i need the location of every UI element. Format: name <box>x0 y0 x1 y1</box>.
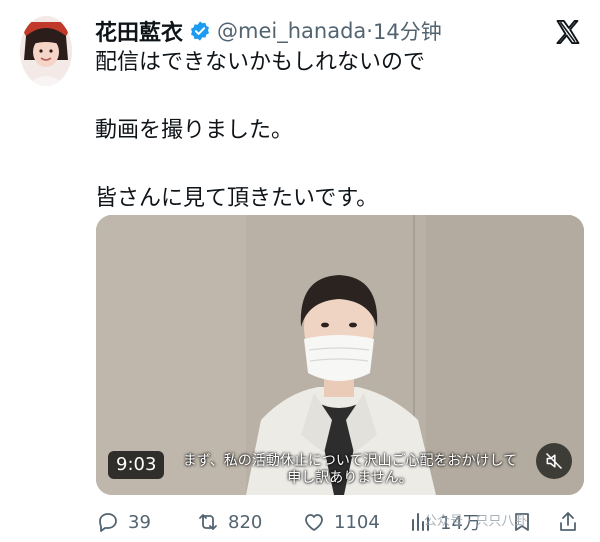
display-name[interactable]: 花田藍衣 <box>95 15 183 47</box>
heart-icon <box>305 514 323 531</box>
like-button[interactable]: 1104 <box>302 506 380 538</box>
reply-count: 39 <box>128 511 151 533</box>
reply-button[interactable]: 39 <box>96 506 151 538</box>
tweet-header: 花田藍衣 @mei_hanada · 14分钟 <box>95 14 442 48</box>
subtitle-line: まず、私の活動休止について沢山ご心配をおかけして <box>182 453 518 469</box>
tweet-text: 配信はできないかもしれないので 動画を撮りました。 皆さんに見て頂きたいです。 <box>95 46 425 216</box>
dot-separator: · <box>366 19 373 43</box>
share-button[interactable] <box>556 506 588 538</box>
mute-button[interactable] <box>536 443 572 479</box>
repost-icon <box>199 514 217 530</box>
tweet-line: 配信はできないかもしれないので <box>95 50 426 75</box>
watermark: 公众号 · 只只八卦 <box>424 514 528 529</box>
reply-icon <box>99 513 117 532</box>
avatar-photo <box>20 16 72 86</box>
verified-badge-icon <box>191 21 209 41</box>
like-count: 1104 <box>334 511 380 533</box>
subtitle-line: 申し訳ありません。 <box>287 470 413 486</box>
video-subtitle: まず、私の活動休止について沢山ご心配をおかけして 申し訳ありません。 <box>170 453 530 487</box>
avatar[interactable] <box>20 16 72 86</box>
post-time[interactable]: 14分钟 <box>373 16 442 46</box>
handle[interactable]: @mei_hanada <box>217 19 366 43</box>
repost-button[interactable]: 820 <box>196 506 262 538</box>
x-logo-icon[interactable] <box>554 18 582 46</box>
video-timestamp: 9:03 <box>108 451 165 479</box>
share-icon <box>560 512 576 531</box>
repost-count: 820 <box>228 511 263 533</box>
video-player[interactable]: 9:03 まず、私の活動休止について沢山ご心配をおかけして 申し訳ありません。 <box>96 215 584 495</box>
volume-muted-icon <box>545 452 563 470</box>
tweet-line: 皆さんに見て頂きたいです。 <box>95 186 379 211</box>
tweet-line: 動画を撮りました。 <box>95 118 294 143</box>
